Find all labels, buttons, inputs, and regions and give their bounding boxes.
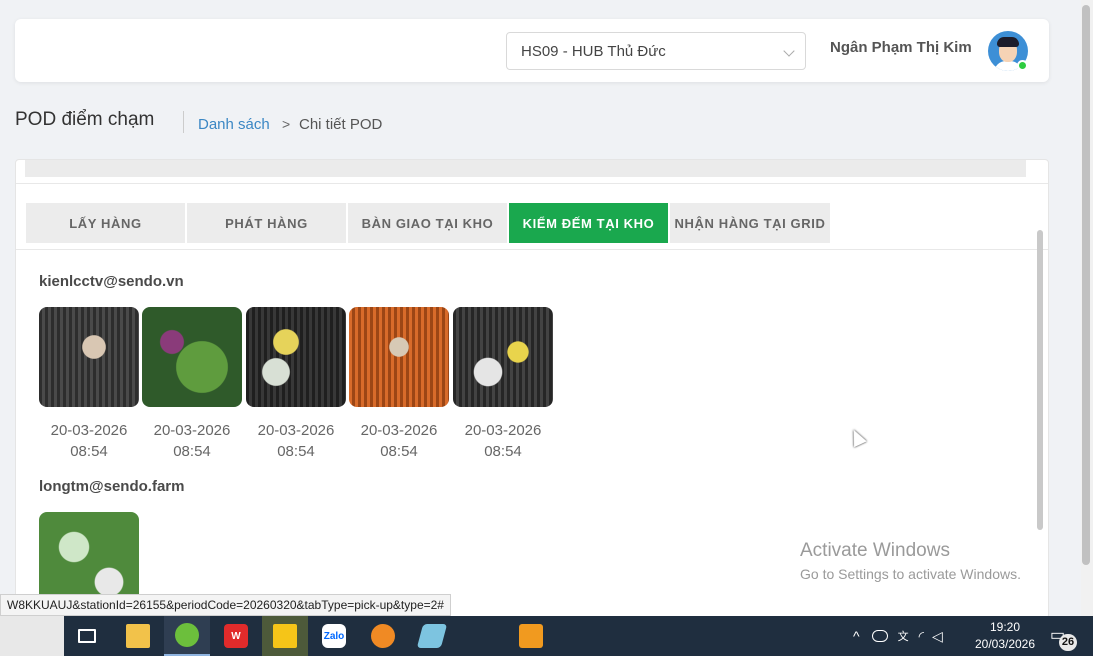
pod-photo[interactable] <box>246 307 346 407</box>
wps-office-button[interactable]: W <box>213 616 259 656</box>
hub-select-value: HS09 - HUB Thủ Đức <box>521 42 666 60</box>
tab-bar: LẤY HÀNG PHÁT HÀNG BÀN GIAO TẠI KHO KIỂM… <box>26 203 830 243</box>
sublime-button[interactable] <box>508 616 554 656</box>
pod-photo[interactable] <box>39 307 139 407</box>
watermark-title: Activate Windows <box>800 540 950 561</box>
folder-icon <box>126 624 150 648</box>
task-view-button[interactable] <box>64 616 110 656</box>
breadcrumb-current: Chi tiết POD <box>299 116 383 133</box>
clock-time: 19:20 <box>989 620 1021 634</box>
user-name[interactable]: Ngân Phạm Thị Kim <box>830 39 972 56</box>
browser-icon <box>175 623 199 647</box>
page-title: POD điểm chạm <box>15 109 155 130</box>
taskbar-search-area[interactable] <box>0 616 64 656</box>
system-tray: ^ 文 ◜ ◁ <box>853 616 949 656</box>
hub-select[interactable]: HS09 - HUB Thủ Đức <box>506 32 806 70</box>
taskbar: W Zalo ^ 文 ◜ ◁ 19:20 20/03/2026 ▭ 26 <box>0 616 1093 656</box>
task-view-icon <box>78 629 96 643</box>
photo-timestamp: 20-03-2026 08:54 <box>349 420 449 462</box>
photo-date: 20-03-2026 <box>464 422 542 439</box>
card-top-strip <box>25 160 1026 177</box>
breadcrumb-separator: > <box>282 116 291 132</box>
divider <box>16 183 1048 184</box>
page-scrollbar-thumb[interactable] <box>1082 5 1090 565</box>
status-bar-url: W8KKUAUJ&stationId=26155&periodCode=2026… <box>0 594 451 616</box>
tab-nhan-hang-tai-grid[interactable]: NHẬN HÀNG TẠI GRID <box>670 203 830 243</box>
photo-time: 08:54 <box>70 443 108 460</box>
sublime-icon <box>519 624 543 648</box>
sticky-notes-button[interactable] <box>262 616 308 656</box>
watermark-subtitle: Go to Settings to activate Windows. <box>800 566 1021 582</box>
photo-time: 08:54 <box>173 443 211 460</box>
group-user: kienlcctv@sendo.vn <box>39 273 184 290</box>
editor-icon <box>416 624 448 648</box>
vpn-icon <box>371 624 395 648</box>
browser-button[interactable] <box>164 616 210 656</box>
card-scrollbar[interactable] <box>1037 230 1043 530</box>
tab-lay-hang[interactable]: LẤY HÀNG <box>26 203 185 243</box>
pod-photo[interactable] <box>142 307 242 407</box>
top-header: HS09 - HUB Thủ Đức Ngân Phạm Thị Kim <box>15 19 1049 82</box>
vpn-button[interactable] <box>360 616 406 656</box>
photo-timestamp: 20-03-2026 08:54 <box>142 420 242 462</box>
ime-icon[interactable]: 文 <box>898 628 909 644</box>
divider <box>16 249 1048 250</box>
group-user: longtm@sendo.farm <box>39 478 185 495</box>
wps-office-icon: W <box>224 624 248 648</box>
tab-kiem-dem-tai-kho[interactable]: KIỂM ĐẾM TẠI KHO <box>509 203 668 243</box>
volume-icon[interactable]: ◁ <box>932 628 943 645</box>
tab-phat-hang[interactable]: PHÁT HÀNG <box>187 203 346 243</box>
chevron-down-icon <box>783 45 795 57</box>
zalo-icon: Zalo <box>322 624 346 648</box>
clock-date: 20/03/2026 <box>974 637 1036 651</box>
onedrive-icon[interactable] <box>871 630 888 642</box>
pod-photo[interactable] <box>453 307 553 407</box>
notification-count: 26 <box>1059 634 1077 651</box>
sticky-notes-icon <box>273 624 297 648</box>
photo-timestamp: 20-03-2026 08:54 <box>453 420 553 462</box>
zalo-button[interactable]: Zalo <box>311 616 357 656</box>
tab-ban-giao-tai-kho[interactable]: BÀN GIAO TẠI KHO <box>348 203 507 243</box>
photo-date: 20-03-2026 <box>153 422 231 439</box>
photo-date: 20-03-2026 <box>360 422 438 439</box>
photo-date: 20-03-2026 <box>257 422 335 439</box>
photo-time: 08:54 <box>484 443 522 460</box>
title-divider <box>183 111 184 133</box>
photo-timestamp: 20-03-2026 08:54 <box>246 420 346 462</box>
file-explorer-button[interactable] <box>115 616 161 656</box>
activate-windows-watermark: Activate Windows Go to Settings to activ… <box>800 540 1021 582</box>
wifi-icon[interactable]: ◜ <box>919 628 924 645</box>
breadcrumb-list-link[interactable]: Danh sách <box>198 116 270 133</box>
editor-button[interactable] <box>409 616 455 656</box>
pod-photo[interactable] <box>349 307 449 407</box>
taskbar-clock[interactable]: 19:20 20/03/2026 <box>970 619 1040 653</box>
photo-timestamp: 20-03-2026 08:54 <box>39 420 139 462</box>
photo-time: 08:54 <box>277 443 315 460</box>
avatar-hair <box>997 37 1019 47</box>
photo-date: 20-03-2026 <box>50 422 128 439</box>
chevron-up-icon[interactable]: ^ <box>853 628 860 644</box>
photo-time: 08:54 <box>380 443 418 460</box>
online-status-dot <box>1017 60 1028 71</box>
